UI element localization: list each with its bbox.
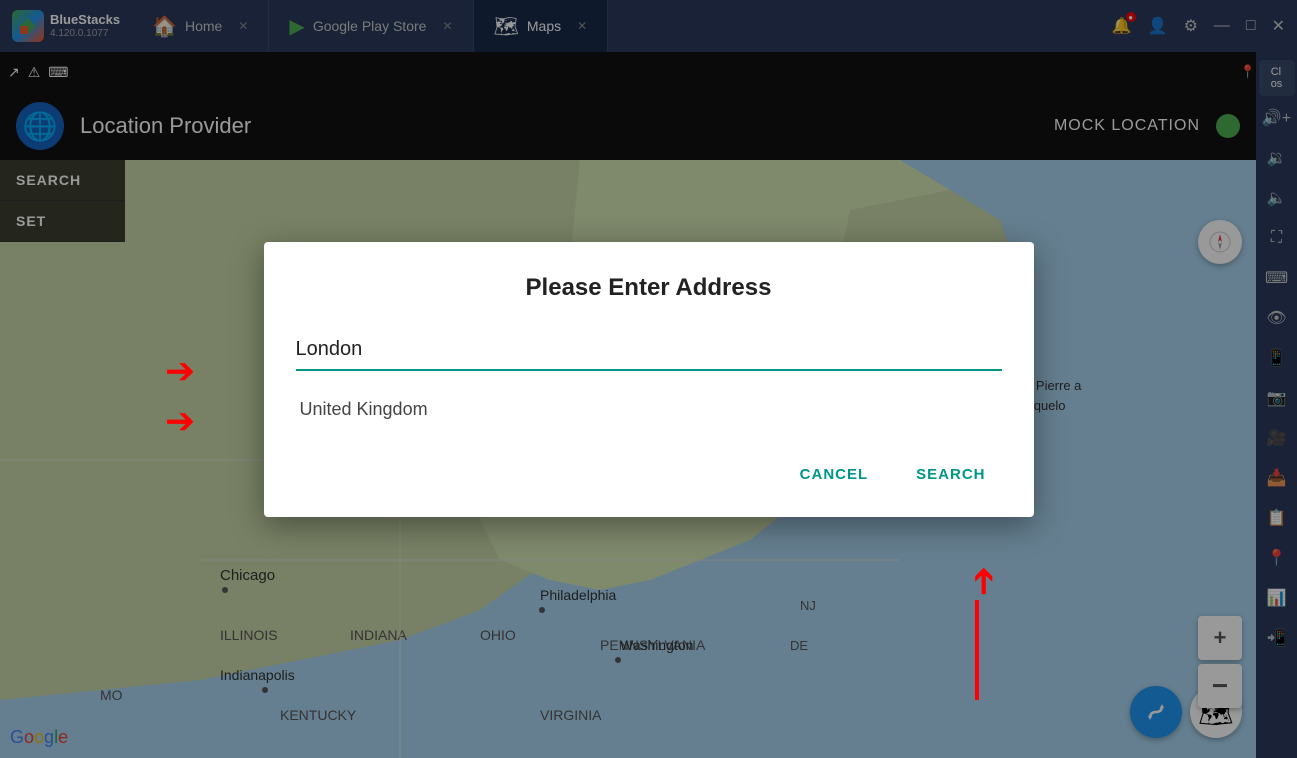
cancel-button[interactable]: CANCEL [784, 456, 885, 493]
arrow-left-2: ➔ [165, 400, 195, 442]
arrow-left-1: ➔ [165, 350, 195, 392]
dialog-actions: CANCEL SEARCH [296, 456, 1002, 493]
search-button-dialog[interactable]: SEARCH [900, 456, 1001, 493]
dialog: Please Enter Address United Kingdom CANC… [264, 242, 1034, 517]
address-input[interactable] [296, 330, 1002, 369]
arrow-up-search: ➔ [962, 566, 1004, 596]
dialog-overlay: ➔ ➔ ➔ Please Enter Address United Kingdo… [0, 0, 1297, 758]
dialog-input-container [296, 330, 1002, 371]
arrow-line [975, 600, 979, 700]
dialog-title: Please Enter Address [296, 274, 1002, 302]
dialog-suggestion[interactable]: United Kingdom [296, 387, 1002, 432]
